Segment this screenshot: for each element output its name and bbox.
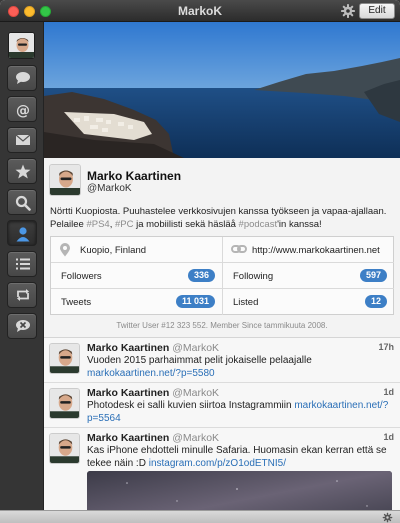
sidebar: @ [0,22,44,510]
tweet-item[interactable]: Marko Kaartinen @MarkoK 1d Photodesk ei … [44,383,400,428]
tweet-author-name: Marko Kaartinen [87,342,170,354]
profile-button[interactable] [7,220,37,246]
link-icon [231,245,247,253]
listed-label: Listed [233,297,259,308]
followers-cell[interactable]: Followers 336 [51,263,223,289]
at-icon: @ [16,103,30,118]
tweet-media-image[interactable] [87,471,392,510]
tweet-author-handle: @MarkoK [172,387,220,399]
tweet-text: Vuoden 2015 parhaimmat pelit jokaiselle … [87,354,390,380]
profile-header: Marko Kaartinen @MarkoK Nörtti Kuopiosta… [44,158,400,337]
tweet-link[interactable]: markokaartinen.net/?p=5580 [87,368,215,379]
timeline-button[interactable] [7,65,37,91]
favorites-button[interactable] [7,158,37,184]
mute-icon [16,320,30,332]
mute-filter-button[interactable] [7,313,37,339]
tweet-author: Marko Kaartinen @MarkoK [87,387,219,399]
location-cell: Kuopio, Finland [51,237,223,263]
tweet-timeline: Marko Kaartinen @MarkoK 17h Vuoden 2015 … [44,337,400,510]
tweet-avatar[interactable] [49,433,80,464]
following-cell[interactable]: Following 597 [223,263,394,289]
followers-label: Followers [61,271,102,282]
app-window: MarkoK Edit @ Marko Kaartinen @MarkoK Nö… [0,0,400,523]
profile-banner-image [44,22,400,158]
tweet-item[interactable]: Marko Kaartinen @MarkoK 17h Vuoden 2015 … [44,338,400,383]
following-count-badge: 597 [359,269,387,282]
hashtag-podcast[interactable]: #podcast [239,219,278,230]
retweet-icon [17,289,29,301]
location-pin-icon [60,243,70,257]
retweets-button[interactable] [7,282,37,308]
tweets-label: Tweets [61,297,92,308]
messages-button[interactable] [7,127,37,153]
tweet-timestamp: 1d [383,387,394,397]
following-label: Following [233,271,274,282]
website-cell[interactable]: http://www.markokaartinen.net [223,237,394,263]
website-link[interactable]: http://www.markokaartinen.net [252,245,380,256]
profile-handle: @MarkoK [87,183,132,194]
tweet-timestamp: 17h [378,342,394,352]
profile-avatar [49,164,81,196]
tweet-avatar[interactable] [49,343,80,374]
profile-name: Marko Kaartinen [87,169,182,183]
account-avatar[interactable] [8,32,35,59]
member-since-text: Twitter User #12 323 552. Member Since t… [116,321,328,330]
gear-icon[interactable] [382,511,393,523]
listed-count-badge: 12 [364,295,387,308]
bottom-bar [0,510,400,523]
tweet-body: Photodesk ei salli kuvien siirtoa Instag… [87,400,295,411]
tweet-author-name: Marko Kaartinen [87,387,170,399]
mentions-button[interactable]: @ [7,96,37,122]
tweet-timestamp: 1d [383,432,394,442]
bio-text: ja mobiilisti sekä häsläå [133,218,239,230]
list-icon [16,258,30,270]
title-bar: MarkoK Edit [0,0,400,22]
tweet-item[interactable]: Marko Kaartinen @MarkoK 1d Kas iPhone eh… [44,428,400,510]
search-button[interactable] [7,189,37,215]
profile-bio: Nörtti Kuopiosta. Puuhastelee verkkosivu… [50,206,395,231]
bio-text: 'in kanssa! [277,218,322,230]
followers-count-badge: 336 [187,269,215,282]
profile-icon [16,227,30,242]
tweet-avatar[interactable] [49,388,80,419]
tweet-author-handle: @MarkoK [172,342,220,354]
profile-view: Marko Kaartinen @MarkoK Nörtti Kuopiosta… [44,22,400,510]
envelope-icon [15,134,31,145]
tweet-author-handle: @MarkoK [172,432,220,444]
hashtag-ps4[interactable]: #PS4 [86,219,109,230]
tweet-link[interactable]: instagram.com/p/zO1odETNI5/ [149,458,286,469]
listed-cell[interactable]: Listed 12 [223,289,394,315]
tweet-author: Marko Kaartinen @MarkoK [87,432,219,444]
search-icon [15,195,31,211]
edit-button[interactable]: Edit [359,3,395,19]
tweet-text: Photodesk ei salli kuvien siirtoa Instag… [87,399,390,425]
gear-icon[interactable] [340,3,356,19]
tweet-author-name: Marko Kaartinen [87,432,170,444]
tweet-text: Kas iPhone ehdotteli minulle Safaria. Hu… [87,444,390,470]
tweet-author: Marko Kaartinen @MarkoK [87,342,219,354]
speech-bubble-icon [16,72,30,84]
tweet-body: Vuoden 2015 parhaimmat pelit jokaiselle … [87,355,312,366]
star-icon [15,164,31,179]
lists-button[interactable] [7,251,37,277]
location-text: Kuopio, Finland [80,245,147,256]
tweets-count-badge: 11 031 [175,295,215,308]
svg-text:@: @ [16,103,30,118]
profile-info-grid: Kuopio, Finland http://www.markokaartine… [50,236,394,315]
tweets-cell[interactable]: Tweets 11 031 [51,289,223,315]
hashtag-pc[interactable]: #PC [115,219,133,230]
